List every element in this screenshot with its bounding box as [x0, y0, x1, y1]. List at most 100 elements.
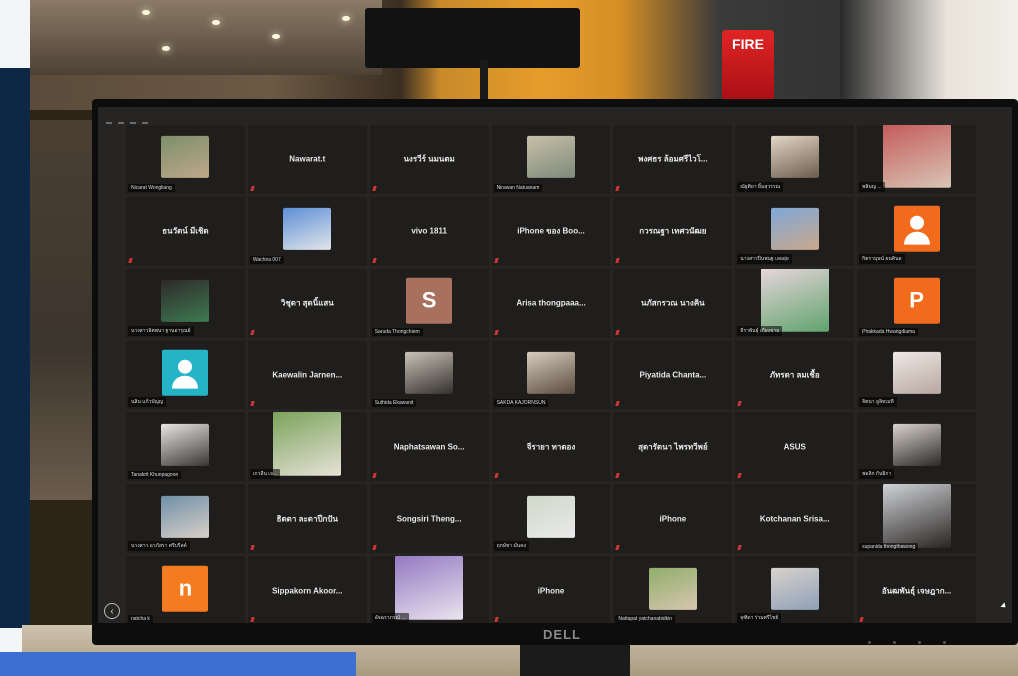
window-dot: [118, 122, 124, 124]
participant-tile[interactable]: วิชุดา สุดนิ้แสน: [247, 268, 367, 338]
participant-tile[interactable]: นงรวีร์ นมนตม: [369, 125, 489, 194]
participant-avatar: P: [893, 277, 940, 324]
participant-video: [882, 484, 951, 548]
participant-name: Naphatsawan So...: [393, 442, 465, 452]
participant-tile[interactable]: SAKDA KAJORNSUN: [491, 340, 611, 410]
participant-name: iPhone ของ Boo...: [517, 226, 585, 236]
participant-video: [760, 268, 829, 332]
participant-tile[interactable]: Nawarat.t: [247, 125, 367, 194]
participant-tile[interactable]: P Phakkada Hwangdiama: [857, 268, 976, 338]
muted-mic-icon: [372, 186, 377, 192]
participant-avatar: n: [162, 565, 209, 612]
participant-label: Nattapat yatchanabidkin: [615, 614, 676, 623]
participant-video: [395, 556, 464, 620]
participant-name: สุดารัตนา ไพรทวีพย์: [638, 442, 708, 452]
participant-label: Wachira 007: [249, 255, 284, 264]
participant-tile[interactable]: Tanakrit Khunpagoon: [126, 412, 245, 482]
participant-tile[interactable]: Arisa thongpaaa...: [491, 268, 611, 338]
participant-tile[interactable]: นางสาวอิตพนา ฐานอารุณย์: [126, 268, 245, 338]
participant-tile[interactable]: n natcha k: [126, 556, 245, 623]
participant-name: Arisa thongpaaa...: [516, 298, 586, 308]
ceiling: [22, 0, 382, 75]
participant-label: อัจฉราภรณ์ ...: [371, 612, 409, 623]
participant-tile[interactable]: นภัสกรวณ นางคิน: [613, 268, 733, 338]
participant-tile[interactable]: iPhone: [491, 556, 611, 623]
participant-tile[interactable]: ภัทรดา ลมเชื้อ: [735, 340, 855, 410]
participant-tile[interactable]: กวรณฐา เทศวนัฒย: [613, 196, 733, 266]
participant-video: [892, 351, 941, 394]
participant-video: [526, 136, 575, 179]
participant-tile[interactable]: ธนวัตน์ มีเชิด: [126, 196, 245, 266]
muted-mic-icon: [494, 258, 499, 264]
participant-video: [161, 280, 210, 323]
ceiling-light: [162, 46, 170, 51]
participant-video: [273, 412, 342, 476]
participant-name: Songsiri Theng...: [396, 514, 462, 524]
muted-mic-icon: [737, 473, 742, 479]
participant-avatar: S: [406, 277, 453, 324]
participant-label: จุฑิดา ร่วมศรีไชย์: [737, 612, 782, 623]
participant-label: Phakkada Hwangdiama: [859, 327, 918, 336]
participant-tile[interactable]: จุฑิดา ร่วมศรีไชย์: [735, 556, 855, 623]
participant-name: ธิดดา ละดาปีกปัน: [276, 514, 338, 524]
participant-name: จีรายา ทาดอง: [526, 442, 576, 452]
ceiling-light: [212, 20, 220, 25]
window-controls: [106, 111, 154, 124]
participant-tile[interactable]: vivo 1811: [369, 196, 489, 266]
participant-tile[interactable]: iPhone ของ Boo...: [491, 196, 611, 266]
participant-tile[interactable]: Sippakorn Akoor...: [247, 556, 367, 623]
participant-tile[interactable]: พงศธร ล้อมศรีไวโ...: [613, 125, 733, 194]
bottom-blue-bar: [0, 652, 356, 676]
participant-tile[interactable]: supanida thongthawong: [857, 484, 976, 554]
participant-tile[interactable]: Nicarat Wongliang: [126, 125, 245, 194]
participant-label: กิตรานุษน์ ยนคินล: [859, 253, 905, 264]
monitor-buttons: [868, 631, 988, 644]
window: [28, 120, 101, 500]
participant-tile[interactable]: Nattapat yatchanabidkin: [613, 556, 733, 623]
participant-tile[interactable]: S Saruda Thongchiem: [369, 268, 489, 338]
participant-tile[interactable]: iPhone: [613, 484, 733, 554]
participant-tile[interactable]: ธีราพันธุ์ เกียงชาย: [735, 268, 855, 338]
participant-tile[interactable]: ฤกษ์ชา มั่นคง: [491, 484, 611, 554]
participant-tile[interactable]: Piyatida Chanta...: [613, 340, 733, 410]
muted-mic-icon: [494, 617, 499, 623]
participant-tile[interactable]: สุดารัตนา ไพรทวีพย์: [613, 412, 733, 482]
participant-tile[interactable]: Naphatsawan So...: [369, 412, 489, 482]
participant-tile[interactable]: Suthida Ekawanit: [369, 340, 489, 410]
muted-mic-icon: [250, 186, 255, 192]
participant-name: กวรณฐา เทศวนัฒย: [639, 226, 707, 236]
participant-tile[interactable]: พอลิก กันธิกา: [857, 412, 976, 482]
prev-page-button[interactable]: ‹: [104, 603, 120, 619]
participant-tile[interactable]: นลิน แก้วบัญญ: [126, 340, 245, 410]
participant-tile[interactable]: อันฒพันธุ์ เจษฎาก...: [857, 556, 976, 623]
participant-tile[interactable]: Nirawan Natuanam: [491, 125, 611, 194]
participant-tile[interactable]: ธิดดา ละดาปีกปัน: [247, 484, 367, 554]
participant-tile[interactable]: Songsiri Theng...: [369, 484, 489, 554]
participant-tile[interactable]: ASUS: [735, 412, 855, 482]
ceiling-light: [342, 16, 350, 21]
participant-tile[interactable]: Wachira 007: [247, 196, 367, 266]
participant-label: Tanakrit Khunpagoon: [128, 471, 182, 480]
participant-tile[interactable]: กิตรานุษน์ ยนคินล: [857, 196, 976, 266]
muted-mic-icon: [615, 545, 620, 551]
participant-tile[interactable]: Kotchanan Srisa...: [735, 484, 855, 554]
monitor: Nicarat Wongliang Nawarat.t นงรวีร์ นมนตม N…: [92, 99, 1018, 645]
participant-tile[interactable]: เกวลีน เจ...: [247, 412, 367, 482]
window-dot: [130, 122, 136, 124]
participant-tile[interactable]: ณัฐติยา ยิ้มสุวรรณ: [735, 125, 855, 194]
participant-video: [405, 351, 454, 394]
participant-tile[interactable]: Kaewalin Jarnen...: [247, 340, 367, 410]
participant-label: Suthida Ekawanit: [371, 399, 417, 408]
participant-tile[interactable]: นางสาว อาภัสรา ศรีบรีลด์: [126, 484, 245, 554]
speaker-box: [365, 8, 580, 68]
participant-tile[interactable]: พลิมญ ...: [857, 125, 976, 194]
participant-tile[interactable]: จีรายา ทาดอง: [491, 412, 611, 482]
ceiling-light: [142, 10, 150, 15]
window-dot: [106, 122, 112, 124]
participant-tile[interactable]: อัจฉราภรณ์ ...: [369, 556, 489, 623]
fire-alarm-sign: FIRE: [722, 30, 774, 102]
muted-mic-icon: [372, 473, 377, 479]
participant-tile[interactable]: จิตนา ลูลิทเมที: [857, 340, 976, 410]
participant-tile[interactable]: นางสาวปิ่นพนฐ เลยอุ่ย: [735, 196, 855, 266]
participant-label: SAKDA KAJORNSUN: [493, 399, 549, 408]
